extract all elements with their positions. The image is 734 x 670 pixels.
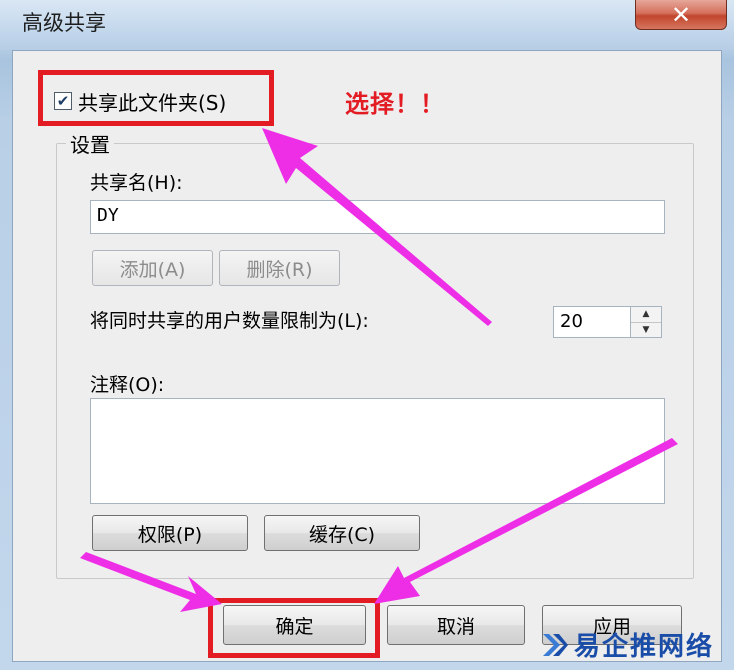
arrow-overlay xyxy=(80,128,678,612)
watermark-text: 易企推网络 xyxy=(574,632,715,662)
arrow-to-ok-left xyxy=(80,552,222,612)
watermark: 易企推网络 xyxy=(540,626,714,663)
arrow-to-checkbox xyxy=(262,128,492,326)
watermark-logo-icon xyxy=(543,633,568,656)
arrow-to-ok-right xyxy=(374,438,678,604)
